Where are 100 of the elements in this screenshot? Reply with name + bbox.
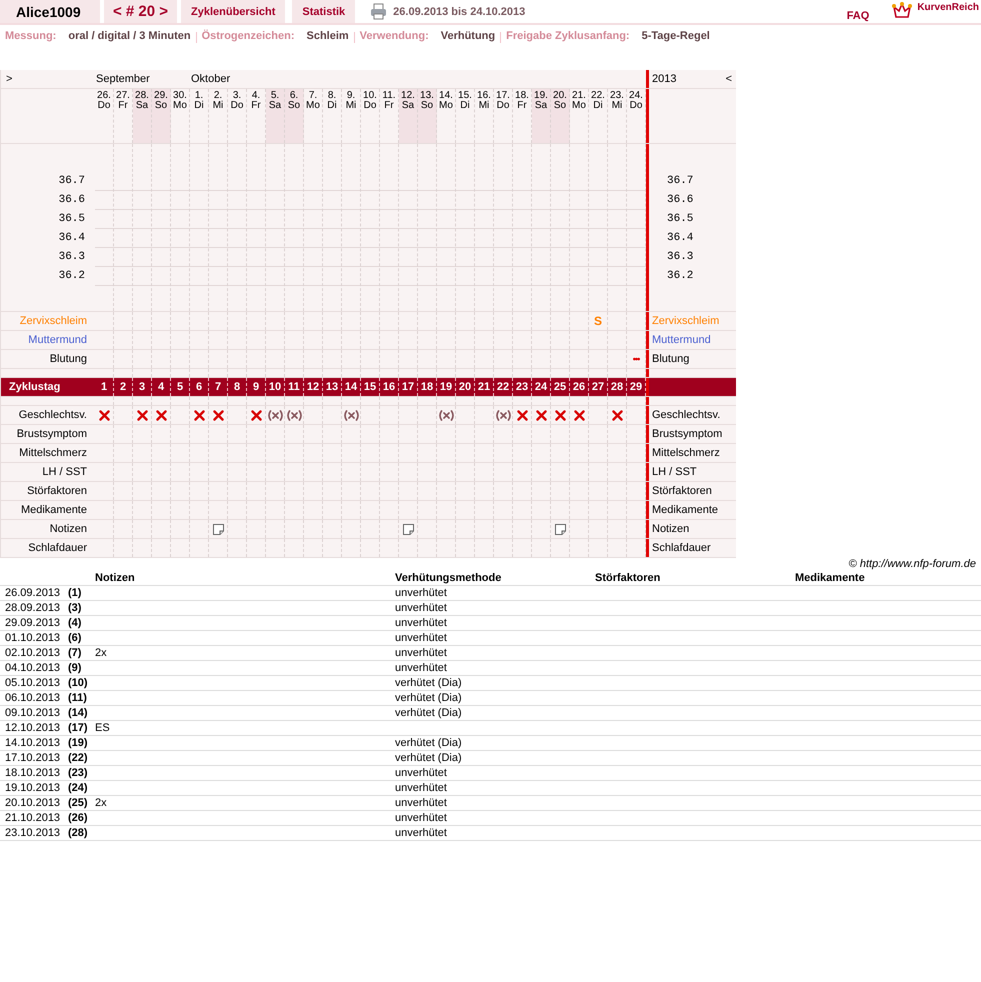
temperature-label: 36.4 xyxy=(58,231,85,246)
temperature-label: 36.2 xyxy=(667,269,694,284)
day-header: 7. Mo xyxy=(304,89,323,143)
cycle-day-cell: (28) xyxy=(68,827,88,839)
date-range: 26.09.2013 bis 24.10.2013 xyxy=(393,4,526,20)
cycle-day-number: 5 xyxy=(176,381,184,393)
column-header: Medikamente xyxy=(795,571,866,585)
note-icon[interactable] xyxy=(554,524,566,534)
month-label: Oktober xyxy=(191,73,230,85)
scroll-left-button[interactable]: < xyxy=(726,73,732,85)
day-header: 20. So xyxy=(551,89,570,143)
printer-icon[interactable] xyxy=(370,3,388,20)
date-cell: 20.10.2013 xyxy=(5,797,60,809)
row-label: LH / SST xyxy=(651,465,698,480)
method-cell: unverhütet xyxy=(395,587,447,599)
day-header: 19. Sa xyxy=(532,89,551,143)
day-header: 21. Mo xyxy=(570,89,589,143)
cycle-day-number: 29 xyxy=(630,381,642,393)
temperature-label: 36.4 xyxy=(667,231,694,246)
method-cell: verhütet (Dia) xyxy=(395,752,462,764)
nav-tab[interactable]: Zyklenübersicht xyxy=(181,0,286,23)
cycle-day-number: 3 xyxy=(138,381,146,393)
column-header: Verhütungsmethode xyxy=(395,571,502,585)
nav-tab[interactable]: Statistik xyxy=(292,0,356,23)
month-label: September xyxy=(96,73,150,85)
temperature-label: 36.7 xyxy=(667,174,694,189)
faq-link[interactable]: FAQ xyxy=(846,10,870,23)
method-cell: unverhütet xyxy=(395,662,447,674)
cycle-day-cell: (11) xyxy=(68,692,87,704)
cycle-day-cell: (24) xyxy=(68,782,88,794)
info-label: Östrogenzeichen: xyxy=(202,30,294,44)
cycle-day-number: 25 xyxy=(554,381,566,393)
info-value: 5-Tage-Regel xyxy=(642,30,710,44)
mucus-mark: S xyxy=(594,314,602,328)
note-icon[interactable] xyxy=(212,524,224,534)
copyright-text: © http://www.nfp-forum.de xyxy=(848,558,976,570)
method-cell: unverhütet xyxy=(395,782,447,794)
cycle-day-cell: (19) xyxy=(68,737,88,749)
cycle-day-cell: (25) xyxy=(68,797,88,809)
date-cell: 01.10.2013 xyxy=(5,632,60,644)
method-cell: unverhütet xyxy=(395,827,447,839)
date-cell: 29.09.2013 xyxy=(5,617,60,629)
day-header: 28. Sa xyxy=(133,89,152,143)
day-header: 14. Mo xyxy=(437,89,456,143)
method-cell: verhütet (Dia) xyxy=(395,692,462,704)
cycle-day-number: 9 xyxy=(252,381,260,393)
logo-text: KurvenReich xyxy=(917,2,979,15)
cycle-day-number: 6 xyxy=(196,381,202,393)
crown-icon xyxy=(891,1,914,19)
cycle-day-number: 11 xyxy=(288,381,300,393)
cycle-day-cell: (4) xyxy=(68,617,82,629)
day-header: 10. Do xyxy=(361,89,380,143)
row-label: Brustsymptom xyxy=(16,427,88,442)
method-cell: unverhütet xyxy=(395,647,447,659)
day-header: 1. Di xyxy=(190,89,209,143)
day-header: 2. Mi xyxy=(209,89,228,143)
cycle-day-number: 28 xyxy=(610,381,624,393)
row-label: Schlafdauer xyxy=(27,541,88,556)
row-label: Mittelschmerz xyxy=(18,446,88,461)
row-label: Geschlechtsv. xyxy=(18,408,88,423)
cycle-day-cell: (10) xyxy=(68,677,88,689)
cycle-navigation[interactable]: < # 20 > xyxy=(104,0,177,23)
row-label: Muttermund xyxy=(651,333,712,348)
cycle-day-cell: (7) xyxy=(68,647,82,659)
cycle-day-number: 24 xyxy=(534,381,548,393)
date-cell: 05.10.2013 xyxy=(5,677,60,689)
date-cell: 12.10.2013 xyxy=(5,722,60,734)
row-label: Geschlechtsv. xyxy=(651,408,722,423)
year-label: 2013 xyxy=(652,73,676,85)
bleeding-mark: ••• xyxy=(632,354,640,364)
cycle-day-number: 8 xyxy=(234,381,240,393)
cycle-day-number: 12 xyxy=(306,381,320,393)
row-label: Brustsymptom xyxy=(651,427,724,442)
cycle-day-cell: (6) xyxy=(68,632,82,644)
day-header: 3. Do xyxy=(228,89,247,143)
temperature-label: 36.6 xyxy=(667,193,694,208)
day-header: 8. Di xyxy=(323,89,342,143)
cycle-day-number: 14 xyxy=(344,381,358,393)
note-cell: ES xyxy=(95,722,110,734)
cycle-day-number: 10 xyxy=(268,381,282,393)
row-label: Zervixschleim xyxy=(651,314,720,329)
row-label: Medikamente xyxy=(20,503,88,518)
note-icon[interactable] xyxy=(402,524,414,534)
day-header: 17. Do xyxy=(494,89,513,143)
cycle-day-number: 4 xyxy=(158,381,164,393)
scroll-right-button[interactable]: > xyxy=(6,73,12,85)
cycle-day-number: 27 xyxy=(592,381,604,393)
cycle-day-number: 19 xyxy=(440,381,452,393)
info-value: Verhütung xyxy=(440,30,496,44)
row-label: Blutung xyxy=(48,352,88,367)
method-cell: unverhütet xyxy=(395,767,447,779)
day-header: 13. So xyxy=(418,89,437,143)
date-cell: 02.10.2013 xyxy=(5,647,60,659)
date-cell: 26.09.2013 xyxy=(5,587,60,599)
info-value: oral / digital / 3 Minuten xyxy=(68,30,191,44)
cycle-day-number: 22 xyxy=(496,381,510,393)
day-header: 30. Mo xyxy=(171,89,190,143)
cycle-day-number: 18 xyxy=(420,381,434,393)
cycle-day-cell: (1) xyxy=(68,587,82,599)
cycle-day-cell: (22) xyxy=(68,752,88,764)
